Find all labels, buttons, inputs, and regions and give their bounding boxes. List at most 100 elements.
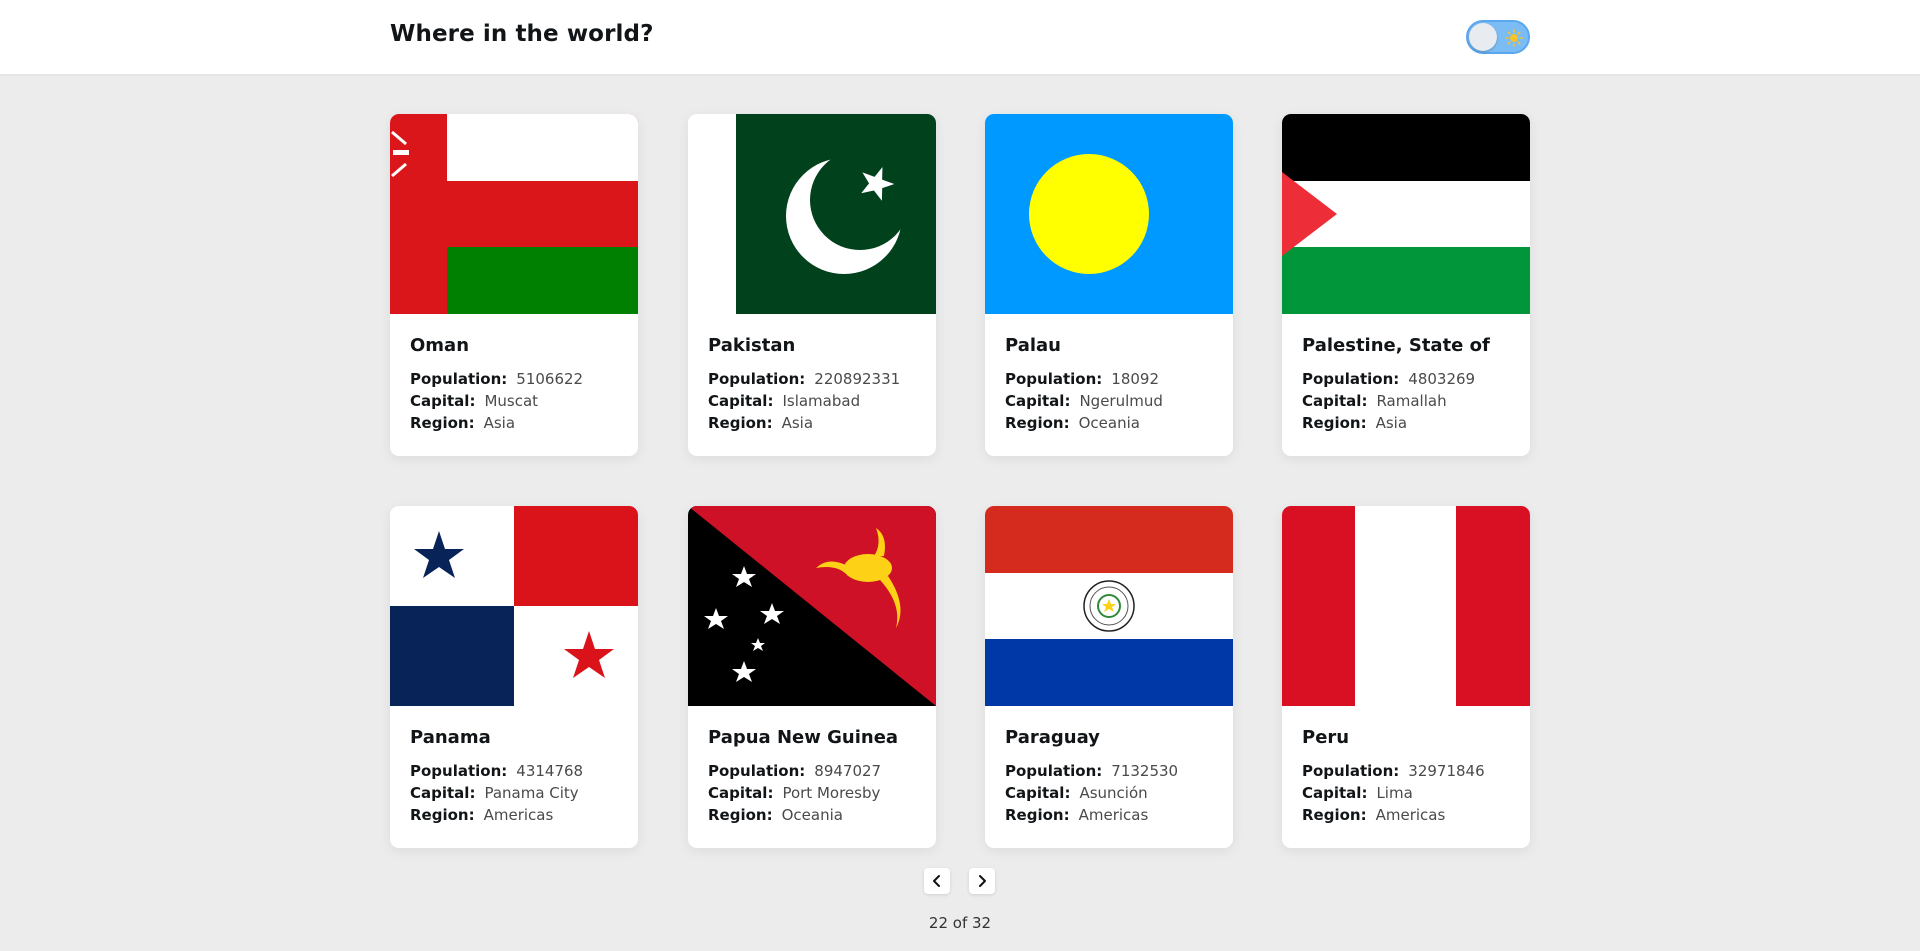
panama-flag [390,506,638,706]
capital-value: Ramallah [1376,392,1447,410]
app-title: Where in the world? [390,21,654,47]
prev-page-button[interactable] [924,868,950,894]
capital-value: Port Moresby [782,784,881,802]
population-row: Population: 5106622 [410,370,583,388]
capital-label: Capital: [708,392,774,410]
region-row: Region: Asia [410,414,515,432]
region-row: Region: Asia [708,414,813,432]
population-value: 4314768 [516,762,584,780]
population-label: Population: [708,370,806,388]
country-grid: Oman Population: 5106622 Capital: Muscat R… [390,114,1530,848]
country-card-palau[interactable]: Palau Population: 18092 Capital: Ngerulmud… [985,114,1233,456]
region-label: Region: [410,414,475,432]
region-row: Region: Asia [1302,414,1407,432]
population-label: Population: [1302,762,1400,780]
chevron-right-icon [979,875,986,887]
population-value: 32971846 [1408,762,1485,780]
country-name: Palestine, State of [1302,335,1490,356]
region-row: Region: Americas [410,806,553,824]
region-value: Asia [781,414,814,432]
palestine-flag [1282,114,1530,314]
population-label: Population: [410,370,508,388]
country-card-oman[interactable]: Oman Population: 5106622 Capital: Muscat R… [390,114,638,456]
capital-row: Capital: Ramallah [1302,392,1447,410]
pakistan-flag [688,114,936,314]
population-row: Population: 4314768 [410,762,583,780]
region-value: Asia [1375,414,1408,432]
capital-value: Asunción [1079,784,1148,802]
region-value: Oceania [1078,414,1140,432]
capital-value: Lima [1376,784,1413,802]
capital-label: Capital: [1005,784,1071,802]
region-label: Region: [1005,414,1070,432]
capital-label: Capital: [1302,784,1368,802]
country-card-panama[interactable]: Panama Population: 4314768 Capital: Panama… [390,506,638,848]
population-label: Population: [1302,370,1400,388]
paraguay-flag [985,506,1233,706]
capital-label: Capital: [1005,392,1071,410]
capital-value: Islamabad [782,392,861,410]
capital-row: Capital: Islamabad [708,392,860,410]
sun-icon [1505,29,1523,47]
oman-flag [390,114,638,314]
population-value: 5106622 [516,370,584,388]
region-value: Americas [1375,806,1446,824]
population-row: Population: 18092 [1005,370,1159,388]
app-header: Where in the world? [0,0,1920,74]
region-label: Region: [410,806,475,824]
capital-row: Capital: Muscat [410,392,538,410]
population-row: Population: 8947027 [708,762,881,780]
country-card-peru[interactable]: Peru Population: 32971846 Capital: Lima Re… [1282,506,1530,848]
capital-label: Capital: [1302,392,1368,410]
toggle-knob [1469,23,1497,51]
region-row: Region: Oceania [708,806,843,824]
papua-new-guinea-flag [688,506,936,706]
capital-label: Capital: [708,784,774,802]
region-value: Asia [483,414,516,432]
population-row: Population: 220892331 [708,370,900,388]
population-row: Population: 4803269 [1302,370,1475,388]
country-card-palestine[interactable]: Palestine, State of Population: 4803269 C… [1282,114,1530,456]
population-label: Population: [1005,762,1103,780]
country-name: Oman [410,335,470,356]
capital-value: Panama City [484,784,579,802]
population-value: 18092 [1111,370,1159,388]
country-name: Pakistan [708,335,796,356]
theme-toggle[interactable] [1466,20,1530,54]
country-name: Paraguay [1005,727,1100,748]
capital-row: Capital: Asunción [1005,784,1148,802]
capital-row: Capital: Port Moresby [708,784,880,802]
capital-value: Muscat [484,392,539,410]
region-row: Region: Americas [1005,806,1148,824]
capital-row: Capital: Ngerulmud [1005,392,1163,410]
region-value: Oceania [781,806,843,824]
country-card-paraguay[interactable]: Paraguay Population: 7132530 Capital: Asun… [985,506,1233,848]
next-page-button[interactable] [969,868,995,894]
population-row: Population: 7132530 [1005,762,1178,780]
population-label: Population: [410,762,508,780]
country-card-pakistan[interactable]: Pakistan Population: 220892331 Capital: Is… [688,114,936,456]
region-label: Region: [1302,806,1367,824]
region-row: Region: Oceania [1005,414,1140,432]
region-value: Americas [1078,806,1149,824]
capital-row: Capital: Lima [1302,784,1413,802]
population-value: 4803269 [1408,370,1476,388]
population-row: Population: 32971846 [1302,762,1485,780]
country-name: Papua New Guinea [708,727,899,748]
country-name: Peru [1302,727,1350,748]
capital-value: Ngerulmud [1079,392,1163,410]
page-status: 22 of 32 [928,914,992,932]
palau-flag [985,114,1233,314]
country-name: Palau [1005,335,1061,356]
population-value: 7132530 [1111,762,1179,780]
population-label: Population: [708,762,806,780]
region-label: Region: [708,806,773,824]
population-value: 8947027 [814,762,882,780]
region-label: Region: [1005,806,1070,824]
peru-flag [1282,506,1530,706]
region-value: Americas [483,806,554,824]
population-value: 220892331 [814,370,901,388]
chevron-left-icon [933,875,940,887]
capital-label: Capital: [410,784,476,802]
country-card-papua-new-guinea[interactable]: Papua New Guinea Population: 8947027 Capi… [688,506,936,848]
